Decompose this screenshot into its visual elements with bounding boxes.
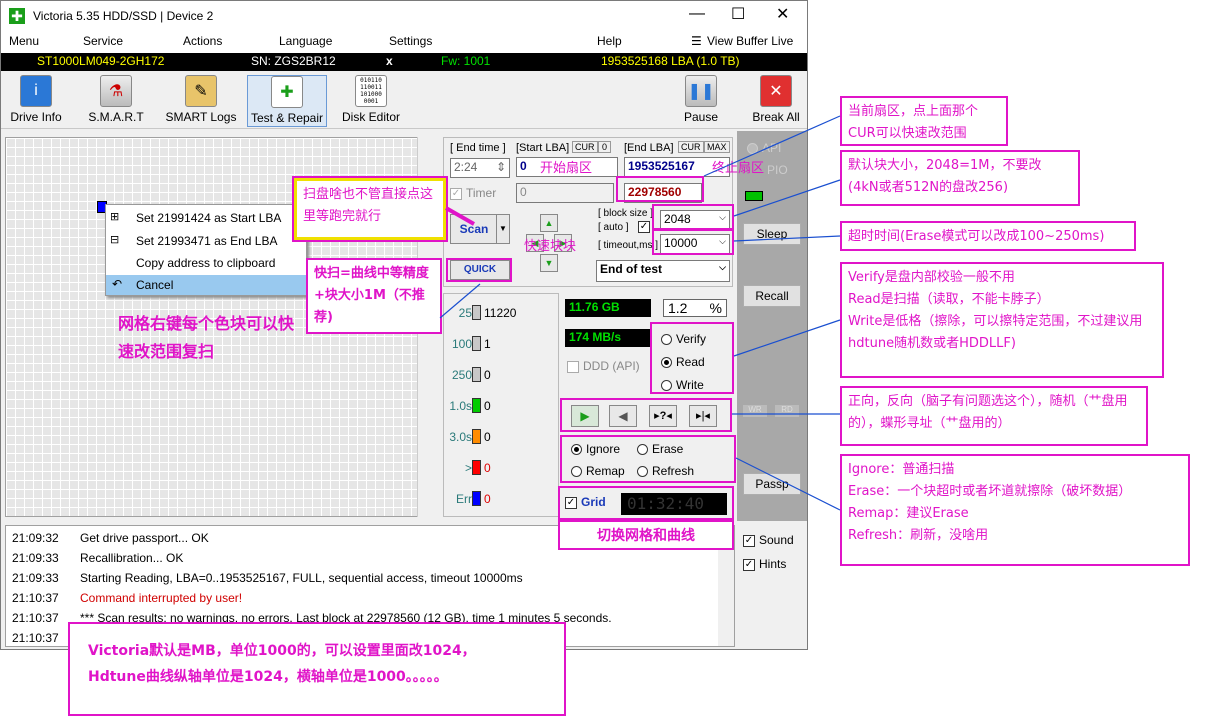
annotation-arrows (439, 115, 841, 511)
